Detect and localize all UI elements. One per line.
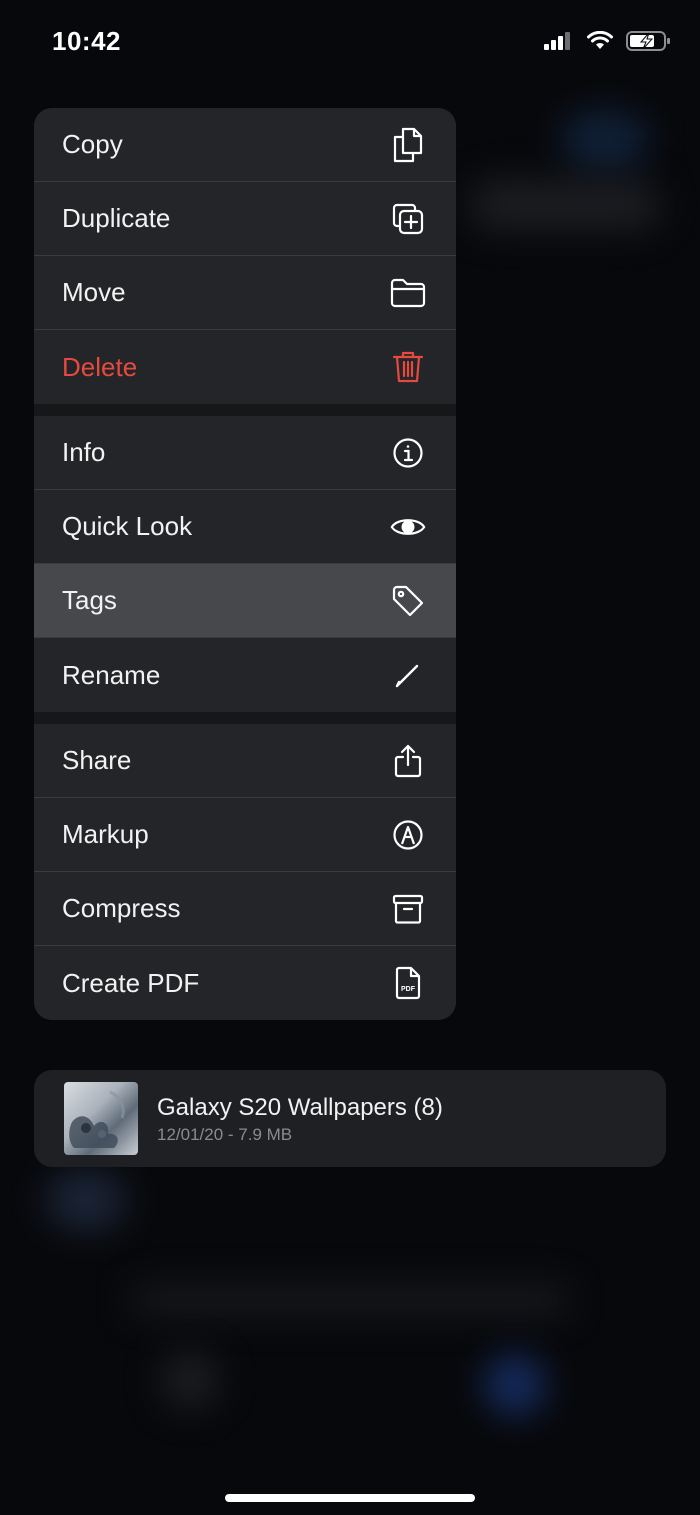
file-meta: 12/01/20 - 7.9 MB <box>157 1125 293 1144</box>
menu-item-label: Create PDF <box>62 967 200 998</box>
status-icons <box>544 30 672 57</box>
menu-item-label: Rename <box>62 659 161 690</box>
menu-item-label: Markup <box>62 819 149 849</box>
share-icon <box>390 743 426 779</box>
menu-item-label: Duplicate <box>62 203 171 233</box>
menu-item-compress[interactable]: Compress <box>34 872 456 946</box>
menu-item-create-pdf[interactable]: Create PDF PDF <box>34 946 456 1020</box>
background-blur <box>160 1350 220 1410</box>
background-blur <box>46 1170 126 1230</box>
menu-item-info[interactable]: Info <box>34 416 456 490</box>
wifi-icon <box>586 30 614 56</box>
menu-item-copy[interactable]: Copy <box>34 108 456 182</box>
menu-item-label: Tags <box>62 585 117 615</box>
background-blur <box>560 110 650 170</box>
pencil-icon <box>390 657 426 693</box>
menu-item-tags[interactable]: Tags <box>34 564 456 638</box>
menu-item-duplicate[interactable]: Duplicate <box>34 182 456 256</box>
menu-item-label: Share <box>62 745 132 775</box>
background-blur <box>130 1285 570 1315</box>
menu-item-label: Compress <box>62 893 181 923</box>
tag-icon <box>390 583 426 619</box>
menu-item-markup[interactable]: Markup <box>34 798 456 872</box>
background-blur <box>470 180 660 230</box>
markup-icon <box>390 817 426 853</box>
pdf-icon: PDF <box>390 965 426 1001</box>
menu-item-label: Move <box>62 277 126 307</box>
status-bar: 10:42 <box>0 0 700 90</box>
menu-item-rename[interactable]: Rename <box>34 638 456 712</box>
menu-item-delete[interactable]: Delete <box>34 330 456 404</box>
trash-icon <box>390 349 426 385</box>
home-indicator[interactable] <box>225 1494 475 1502</box>
eye-icon <box>390 509 426 545</box>
menu-item-share[interactable]: Share <box>34 724 456 798</box>
battery-charging-icon <box>626 30 672 57</box>
menu-group-separator <box>34 404 456 416</box>
menu-item-label: Info <box>62 437 106 467</box>
copy-icon <box>390 127 426 163</box>
background-blur <box>485 1355 545 1415</box>
file-name: Galaxy S20 Wallpapers (8) <box>157 1094 443 1121</box>
file-preview-card[interactable]: Galaxy S20 Wallpapers (8) 12/01/20 - 7.9… <box>34 1070 666 1167</box>
duplicate-icon <box>390 201 426 237</box>
menu-item-label: Copy <box>62 129 123 159</box>
menu-item-quick-look[interactable]: Quick Look <box>34 490 456 564</box>
context-menu: Copy Duplicate Move Delete Info Quick Lo… <box>34 108 456 1020</box>
status-time: 10:42 <box>52 26 121 56</box>
menu-item-label: Delete <box>62 351 138 382</box>
cellular-signal-icon <box>544 31 574 56</box>
folder-icon <box>390 275 426 311</box>
menu-item-move[interactable]: Move <box>34 256 456 330</box>
menu-item-label: Quick Look <box>62 511 193 541</box>
svg-text:PDF: PDF <box>401 986 416 993</box>
info-icon <box>390 435 426 471</box>
folder-thumbnail-icon <box>64 1082 138 1155</box>
archive-icon <box>390 891 426 927</box>
menu-group-separator <box>34 712 456 724</box>
